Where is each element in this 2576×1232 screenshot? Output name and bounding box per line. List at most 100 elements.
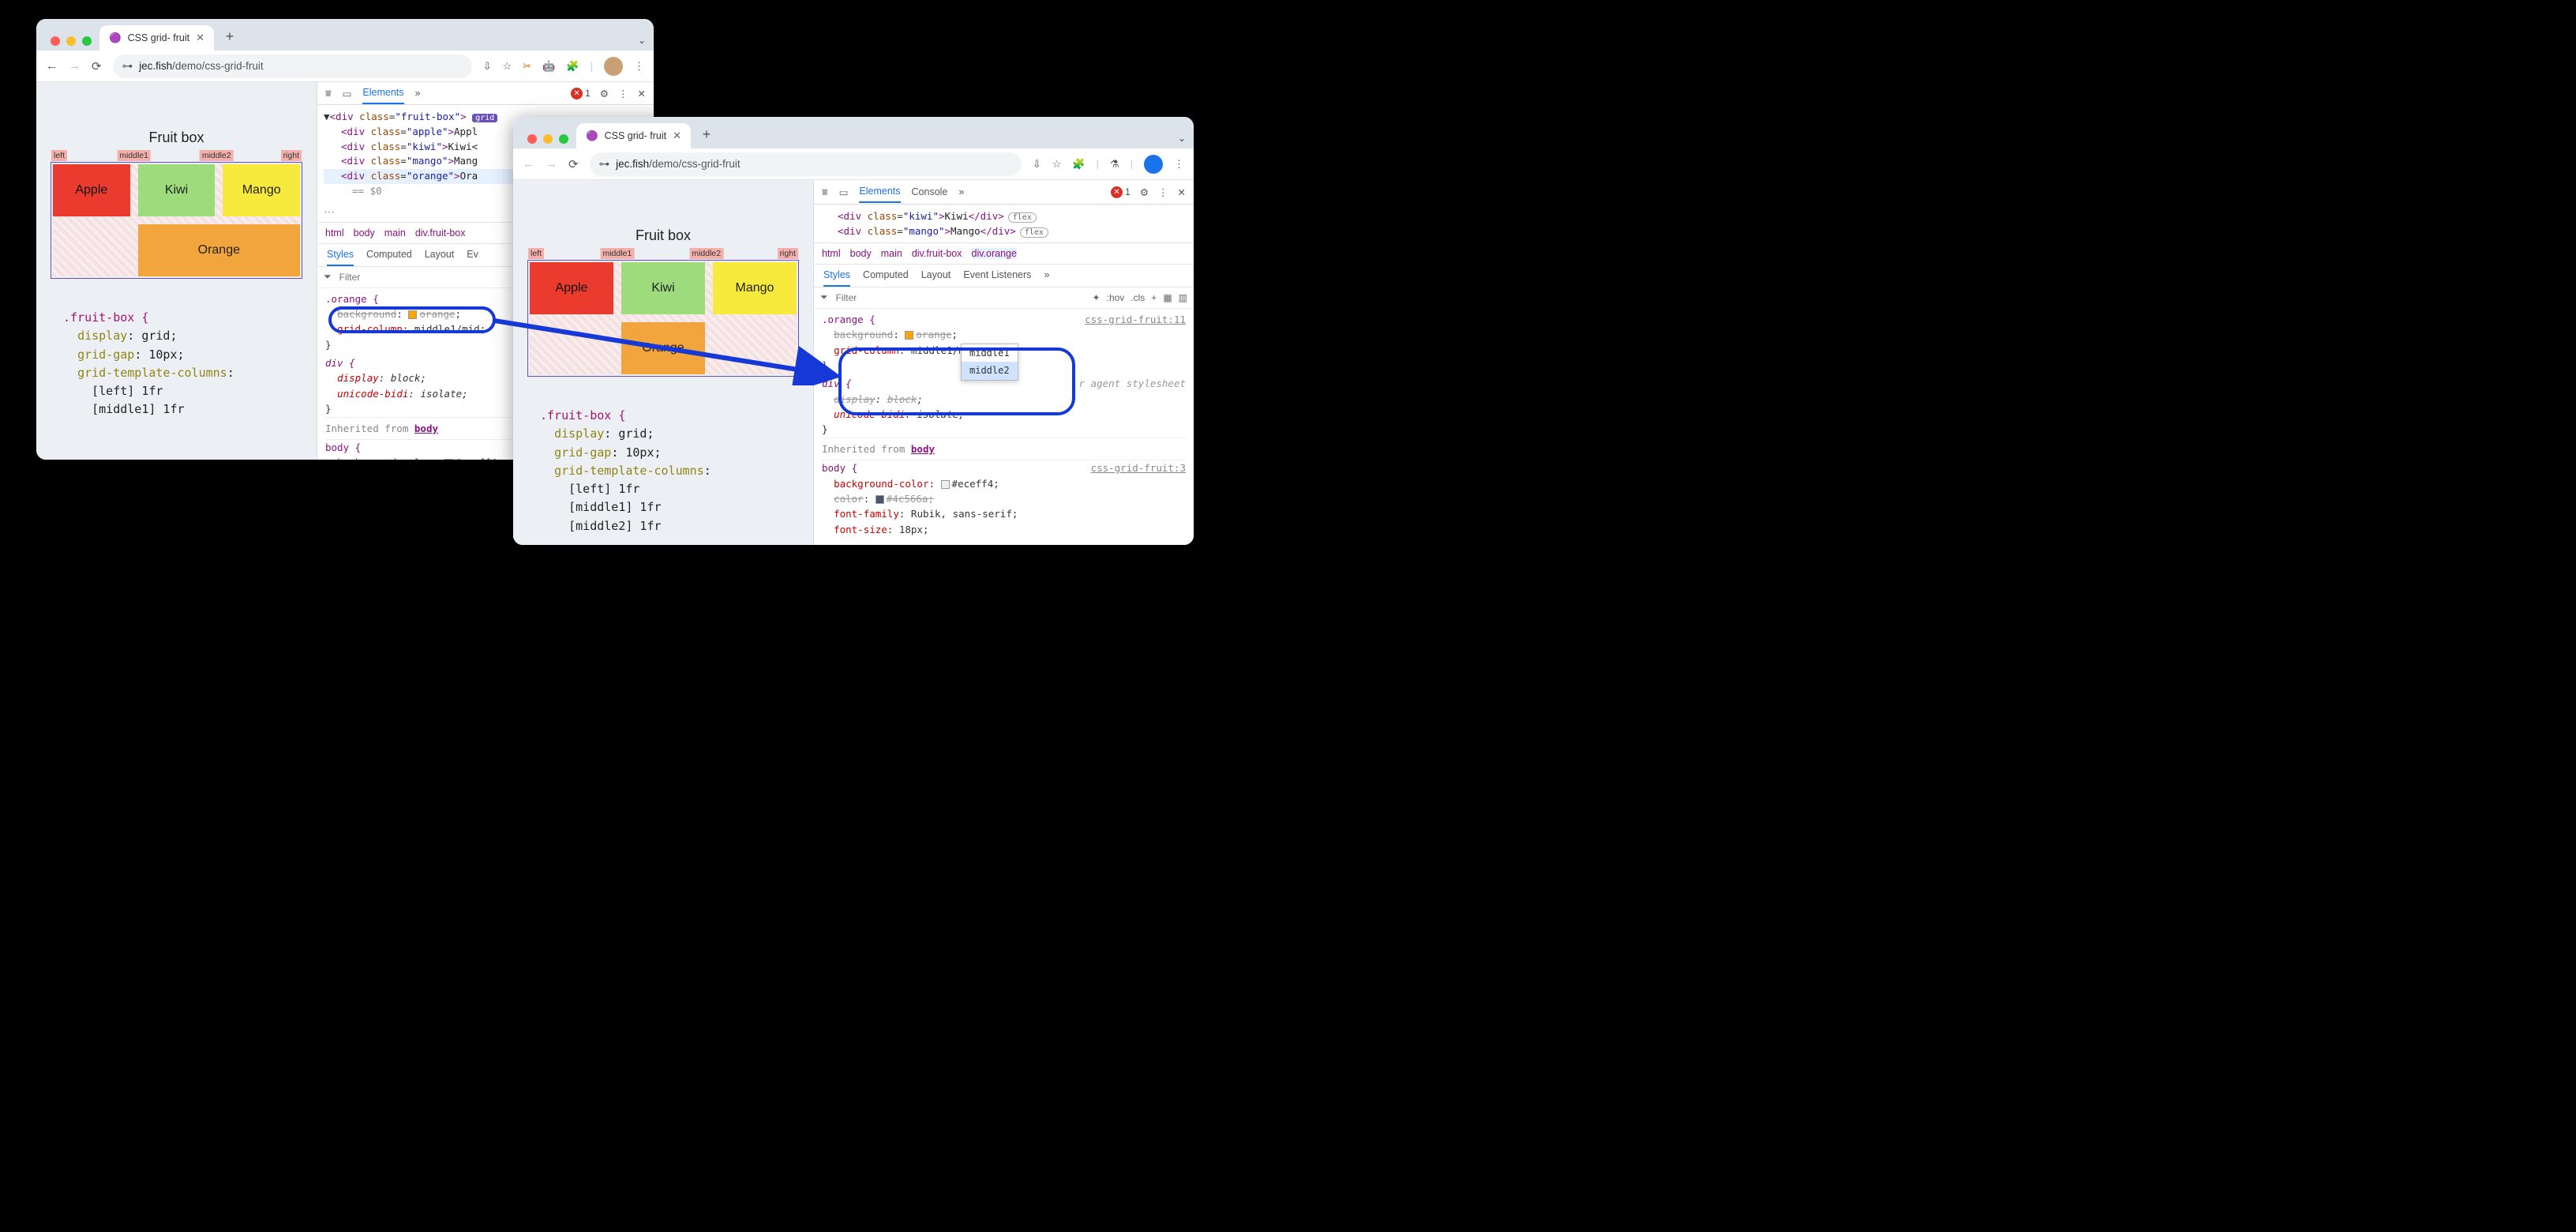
tab-strip: 🟣 CSS grid- fruit ✕ + ⌄ <box>513 117 1194 148</box>
subtab-styles[interactable]: Styles <box>327 249 354 266</box>
settings-icon[interactable]: ⚙ <box>600 88 609 100</box>
reload-button[interactable]: ⟳ <box>92 59 102 73</box>
devtools-tab-console[interactable]: Console <box>912 186 948 197</box>
grid-line-label: left <box>51 150 67 161</box>
new-rule-icon[interactable]: + <box>1151 292 1157 303</box>
maximize-icon[interactable] <box>559 134 568 144</box>
tab-strip: 🟣 CSS grid- fruit ✕ + ⌄ <box>36 19 654 51</box>
install-icon[interactable]: ⇩ <box>1033 158 1041 171</box>
grid-line-label: left <box>528 248 544 259</box>
forward-button: → <box>546 157 557 171</box>
ai-icon[interactable]: ✦ <box>1093 292 1101 303</box>
install-icon[interactable]: ⇩ <box>483 60 492 73</box>
url-input[interactable]: ⊶ jec.fish/demo/css-grid-fruit <box>590 152 1022 176</box>
site-info-icon[interactable]: ⊶ <box>599 158 610 171</box>
profile-avatar[interactable] <box>1144 155 1163 174</box>
dom-node: <div class="kiwi">Kiwi</div>flex <box>820 209 1187 224</box>
tab-title: CSS grid- fruit <box>605 130 667 141</box>
close-icon[interactable] <box>527 134 537 144</box>
device-toolbar-icon[interactable]: ▭ <box>839 186 849 198</box>
dom-tree[interactable]: <div class="kiwi">Kiwi</div>flex <div cl… <box>814 205 1194 242</box>
page-title: Fruit box <box>527 227 799 244</box>
settings-icon[interactable]: ⚙ <box>1140 186 1149 198</box>
traffic-lights[interactable] <box>523 134 576 148</box>
subtab-styles[interactable]: Styles <box>823 269 850 287</box>
grid-cell-kiwi: Kiwi <box>138 164 216 216</box>
devtools-close-icon[interactable]: ✕ <box>638 88 646 100</box>
grid-cell-orange: Orange <box>138 224 300 276</box>
new-tab-button[interactable]: + <box>696 123 718 145</box>
inspect-icon[interactable]: ⩸ <box>822 186 828 198</box>
subtab-computed[interactable]: Computed <box>366 249 412 266</box>
extensions-icon[interactable]: 🧩 <box>566 60 579 73</box>
highlight-oval <box>328 306 496 333</box>
subtab-layout[interactable]: Layout <box>425 249 455 266</box>
subtab-more[interactable]: Ev <box>467 249 478 266</box>
new-tab-button[interactable]: + <box>219 25 241 47</box>
css-snippet: .fruit-box { display: grid; grid-gap: 10… <box>527 400 799 542</box>
tab-title: CSS grid- fruit <box>128 32 190 43</box>
url-input[interactable]: ⊶ jec.fish/demo/css-grid-fruit <box>113 54 472 78</box>
close-icon[interactable] <box>51 36 60 46</box>
back-button: ← <box>523 157 534 171</box>
tab-close-icon[interactable]: ✕ <box>196 32 204 44</box>
maximize-icon[interactable] <box>82 36 92 46</box>
hov-toggle[interactable]: :hov <box>1107 292 1125 303</box>
grid-line-label: middle1 <box>600 248 634 259</box>
bookmark-icon[interactable]: ☆ <box>1052 158 1062 171</box>
more-tabs-icon[interactable]: » <box>958 186 964 197</box>
devtools-tab-elements[interactable]: Elements <box>362 87 403 104</box>
scissors-icon[interactable]: ✂ <box>523 60 531 73</box>
grid-line-label: middle2 <box>689 248 723 259</box>
minimize-icon[interactable] <box>543 134 553 144</box>
inspect-icon[interactable]: ⩸ <box>325 88 332 100</box>
back-button[interactable]: ← <box>46 59 58 73</box>
error-count[interactable]: ✕1 <box>1111 186 1131 198</box>
reload-button[interactable]: ⟳ <box>568 157 579 171</box>
url-path: /demo/css-grid-fruit <box>172 60 264 72</box>
favicon-icon: 🟣 <box>109 32 122 44</box>
devtools-menu-icon[interactable]: ⋮ <box>1158 186 1168 198</box>
flex-editor-icon[interactable]: ▦ <box>1163 292 1172 303</box>
tabs-menu-icon[interactable]: ⌄ <box>1178 133 1186 144</box>
tabs-menu-icon[interactable]: ⌄ <box>638 35 646 46</box>
bookmark-icon[interactable]: ☆ <box>503 60 512 73</box>
devtools-menu-icon[interactable]: ⋮ <box>618 88 628 100</box>
styles-pane[interactable]: .orange {css-grid-fruit:11 background: o… <box>814 309 1194 545</box>
browser-tab[interactable]: 🟣 CSS grid- fruit ✕ <box>99 25 214 51</box>
menu-icon[interactable]: ⋮ <box>1174 158 1184 171</box>
profile-avatar[interactable] <box>604 57 623 76</box>
filter-icon: ⏷ <box>820 291 828 303</box>
extensions-icon[interactable]: 🧩 <box>1072 158 1085 171</box>
subtab-computed[interactable]: Computed <box>863 269 909 287</box>
css-snippet: .fruit-box { display: grid; grid-gap: 10… <box>51 302 302 426</box>
subtab-layout[interactable]: Layout <box>921 269 951 287</box>
url-host: jec.fish <box>616 158 649 170</box>
styles-filter-input[interactable] <box>834 291 1086 304</box>
robot-icon[interactable]: 🤖 <box>542 60 555 73</box>
minimize-icon[interactable] <box>66 36 76 46</box>
styles-subtabs[interactable]: Styles Computed Layout Event Listeners » <box>814 265 1194 287</box>
address-bar: ← → ⟳ ⊶ jec.fish/demo/css-grid-fruit ⇩ ☆… <box>36 51 654 82</box>
device-toolbar-icon[interactable]: ▭ <box>343 88 352 100</box>
browser-tab[interactable]: 🟣 CSS grid- fruit ✕ <box>576 123 691 148</box>
cls-toggle[interactable]: .cls <box>1131 292 1145 303</box>
traffic-lights[interactable] <box>46 36 99 51</box>
grid-editor-icon[interactable]: ▥ <box>1179 292 1187 303</box>
tab-close-icon[interactable]: ✕ <box>673 130 681 142</box>
labs-icon[interactable]: ⚗ <box>1110 158 1119 171</box>
devtools-tab-elements[interactable]: Elements <box>859 186 900 203</box>
more-tabs-icon[interactable]: » <box>415 88 421 99</box>
site-info-icon[interactable]: ⊶ <box>122 60 133 73</box>
more-tabs-icon[interactable]: » <box>1044 269 1049 287</box>
menu-icon[interactable]: ⋮ <box>634 60 644 73</box>
error-count[interactable]: ✕1 <box>571 88 591 100</box>
grid-cell-mango: Mango <box>713 262 797 314</box>
devtools-close-icon[interactable]: ✕ <box>1178 186 1186 198</box>
favicon-icon: 🟣 <box>586 130 598 142</box>
grid-cell-orange: Orange <box>621 322 705 374</box>
breadcrumb[interactable]: html body main div.fruit-box div.orange <box>814 242 1194 265</box>
page-title: Fruit box <box>51 130 302 146</box>
grid-cell-kiwi: Kiwi <box>621 262 705 314</box>
subtab-eventlisteners[interactable]: Event Listeners <box>963 269 1031 287</box>
